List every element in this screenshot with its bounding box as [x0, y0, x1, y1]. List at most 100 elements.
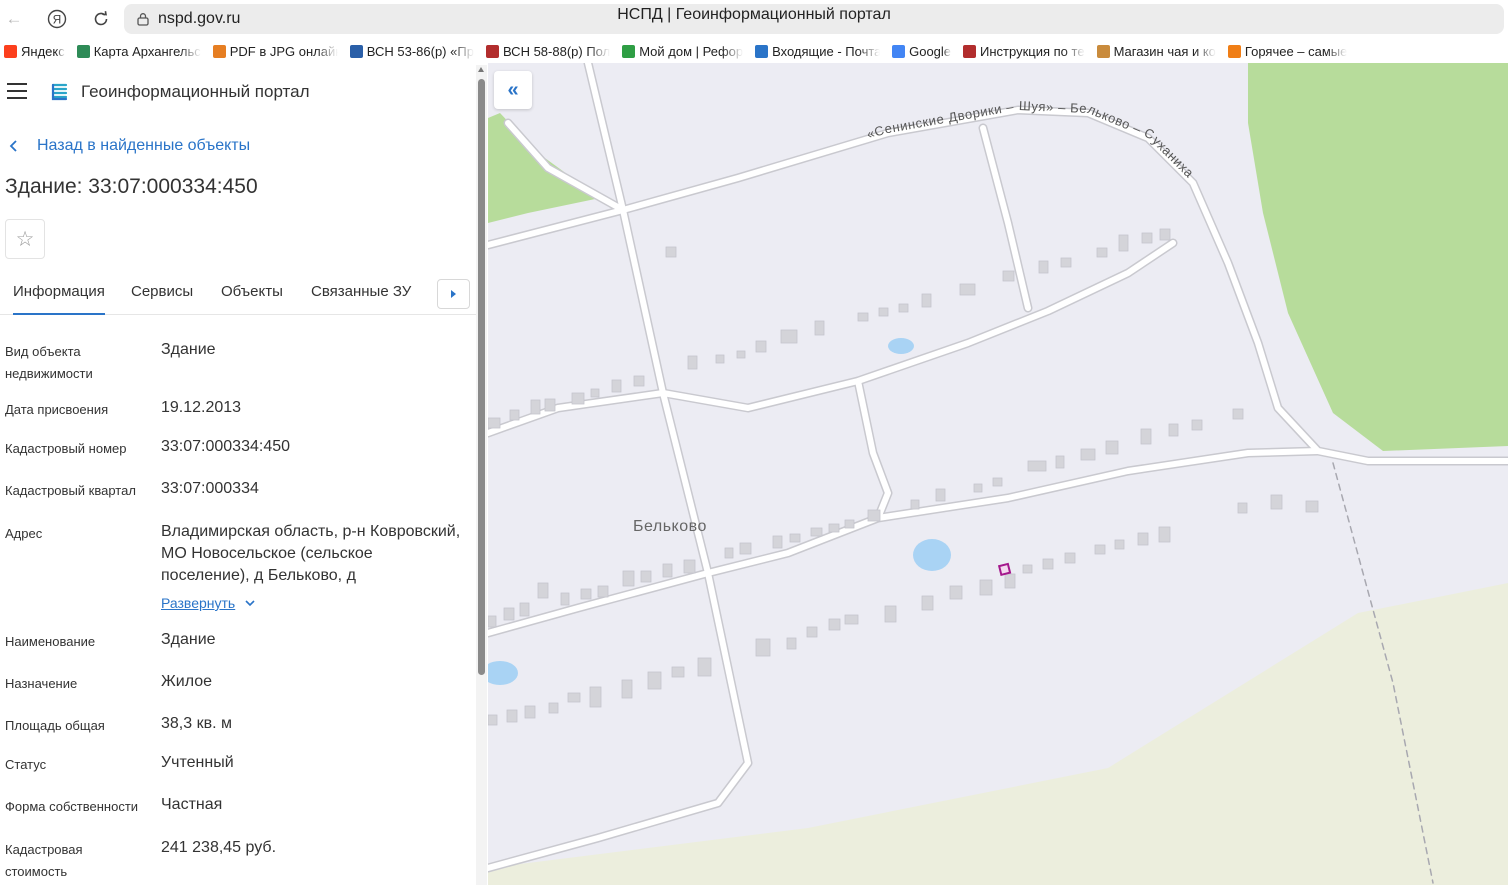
- url-text: nspd.gov.ru: [158, 10, 241, 27]
- scroll-thumb[interactable]: [478, 79, 485, 675]
- pond: [913, 539, 951, 571]
- tabs-scroll-right-button[interactable]: [437, 279, 470, 309]
- map-canvas[interactable]: «Сенинские Дворики – Шуя» – Бельково – С…: [488, 63, 1508, 885]
- star-icon: ☆: [15, 227, 35, 251]
- info-label: Адрес: [5, 526, 43, 541]
- portal-logo-icon: [51, 83, 68, 101]
- tea-icon: [1096, 44, 1110, 58]
- tab-services[interactable]: Сервисы: [131, 283, 193, 315]
- bookmark-label: PDF в JPG онлайн: [229, 43, 338, 59]
- panel-scrollbar[interactable]: [476, 65, 487, 885]
- info-value: Здание: [161, 631, 216, 648]
- caret-right-icon: [451, 290, 456, 298]
- tab-related-land[interactable]: Связанные ЗУ: [311, 283, 411, 315]
- info-label: Дата присвоения: [5, 402, 109, 417]
- yandex-browser-icon[interactable]: Я: [45, 7, 69, 31]
- pond: [888, 338, 914, 354]
- info-value[interactable]: 33:07:000334: [161, 478, 461, 500]
- doc-flag-icon: [485, 44, 499, 58]
- bookmark-item[interactable]: ВСН 53-86(р) «Пр: [349, 43, 474, 59]
- road-label-text: «Сенинские Дворики – Шуя» – Бельково – С…: [865, 98, 1197, 181]
- portal-name: Геоинформационный портал: [81, 82, 310, 101]
- info-value[interactable]: 33:07:000334:450: [161, 436, 461, 458]
- info-label: Кадастровый квартал: [5, 483, 136, 498]
- chevron-left-icon: [9, 140, 17, 152]
- info-label: Вид объекта недвижимости: [5, 344, 93, 381]
- info-value: 38,3 кв. м: [161, 715, 232, 732]
- tab-objects[interactable]: Объекты: [221, 283, 283, 315]
- bookmark-item[interactable]: Магазин чая и ко: [1096, 43, 1216, 59]
- bookmark-label: Магазин чая и ко: [1113, 43, 1216, 59]
- info-label: Наименование: [5, 634, 96, 649]
- back-arrow-icon[interactable]: ←: [2, 7, 26, 31]
- info-value: Жилое: [161, 673, 213, 690]
- bookmarks-bar: Яндекс Карта Архангельс PDF в JPG онлайн ВС…: [0, 39, 1508, 63]
- expand-address-link[interactable]: Развернуть: [161, 592, 255, 614]
- reload-icon[interactable]: [89, 7, 113, 31]
- doc-flag-icon: [963, 44, 977, 58]
- chevron-down-icon: [245, 600, 255, 607]
- info-value: 241 238,45 руб.: [161, 839, 277, 856]
- scroll-up-icon[interactable]: [478, 67, 484, 72]
- menu-icon[interactable]: [7, 83, 27, 99]
- info-value: Частная: [161, 796, 223, 813]
- bookmark-item[interactable]: Горячее – самые: [1227, 43, 1348, 59]
- double-chevron-left-icon: «: [507, 78, 519, 101]
- info-value: 19.12.2013: [161, 399, 242, 416]
- bookmark-label: Горячее – самые: [1244, 43, 1348, 59]
- bookmark-item[interactable]: Входящие - Почта: [755, 44, 880, 59]
- back-link-label: Назад в найденные объекты: [37, 137, 251, 154]
- collapse-panel-button[interactable]: «: [494, 71, 532, 109]
- map-view[interactable]: «Сенинские Дворики – Шуя» – Бельково – С…: [488, 63, 1508, 885]
- bookmark-item[interactable]: Карта Архангельс: [76, 43, 201, 59]
- info-value: Учтенный: [161, 754, 234, 771]
- info-label: Назначение: [5, 676, 78, 691]
- field-area: [488, 583, 1508, 885]
- address-text: Владимирская область, р-н Ковровский, МО…: [161, 523, 461, 584]
- back-to-results-link[interactable]: Назад в найденные объекты: [9, 137, 250, 155]
- bookmark-item[interactable]: ВСН 58-88(р) Пол: [485, 43, 611, 59]
- bookmark-label: Карта Архангельс: [93, 43, 201, 59]
- mail-icon: [755, 44, 769, 58]
- info-label: Статус: [5, 757, 47, 772]
- browser-toolbar: ← Я nspd.gov.ru НСПД | Геоинформационный…: [0, 0, 1508, 38]
- bookmark-label: ВСН 53-86(р) «Пр: [366, 43, 474, 59]
- info-label: Площадь общая: [5, 718, 105, 733]
- info-panel: Геоинформационный портал Назад в найденн…: [0, 63, 488, 885]
- bookmark-item[interactable]: Google: [892, 44, 951, 59]
- bookmark-label: Инструкция по те: [980, 43, 1085, 59]
- bookmark-label: Мой дом | Рефор: [639, 43, 744, 59]
- road-label: «Сенинские Дворики – Шуя» – Бельково – С…: [865, 98, 1197, 181]
- favorite-button[interactable]: ☆: [5, 219, 45, 259]
- address-bar[interactable]: nspd.gov.ru: [124, 4, 1504, 34]
- svg-text:Я: Я: [53, 13, 62, 27]
- bookmark-label: Входящие - Почта: [772, 43, 881, 59]
- expand-label: Развернуть: [161, 595, 236, 611]
- bookmark-label: Google: [909, 43, 952, 59]
- grid-icon: [622, 44, 636, 58]
- object-title: Здание: 33:07:000334:450: [5, 175, 258, 198]
- bookmark-item[interactable]: PDF в JPG онлайн: [212, 43, 338, 59]
- bookmark-item[interactable]: Инструкция по те: [963, 44, 1085, 59]
- bookmark-label: Яндекс: [21, 43, 65, 59]
- bookmark-label: ВСН 58-88(р) Пол: [502, 43, 611, 59]
- snowflake-icon: [349, 44, 363, 58]
- pond: [488, 661, 518, 685]
- yandex-icon: [4, 44, 17, 58]
- tab-bar: Информация Сервисы Объекты Связанные ЗУ …: [0, 273, 476, 315]
- tab-information[interactable]: Информация: [13, 283, 105, 315]
- buildings: [488, 228, 1319, 726]
- forest-area: [1248, 63, 1508, 451]
- pdf-jpg-icon: [212, 44, 226, 58]
- village-label: Бельково: [633, 518, 707, 535]
- lock-icon: [137, 13, 149, 26]
- info-value: Здание: [161, 341, 216, 358]
- fire-icon: [1227, 44, 1241, 58]
- bookmark-item[interactable]: Яндекс: [4, 44, 65, 59]
- info-label: Кадастровый номер: [5, 441, 127, 456]
- info-value-address: Владимирская область, р-н Ковровский, МО…: [161, 521, 461, 615]
- map-globe-icon: [76, 44, 90, 58]
- google-icon: [892, 44, 906, 58]
- info-label: Кадастровая стоимость: [5, 842, 83, 879]
- bookmark-item[interactable]: Мой дом | Рефор: [622, 44, 743, 59]
